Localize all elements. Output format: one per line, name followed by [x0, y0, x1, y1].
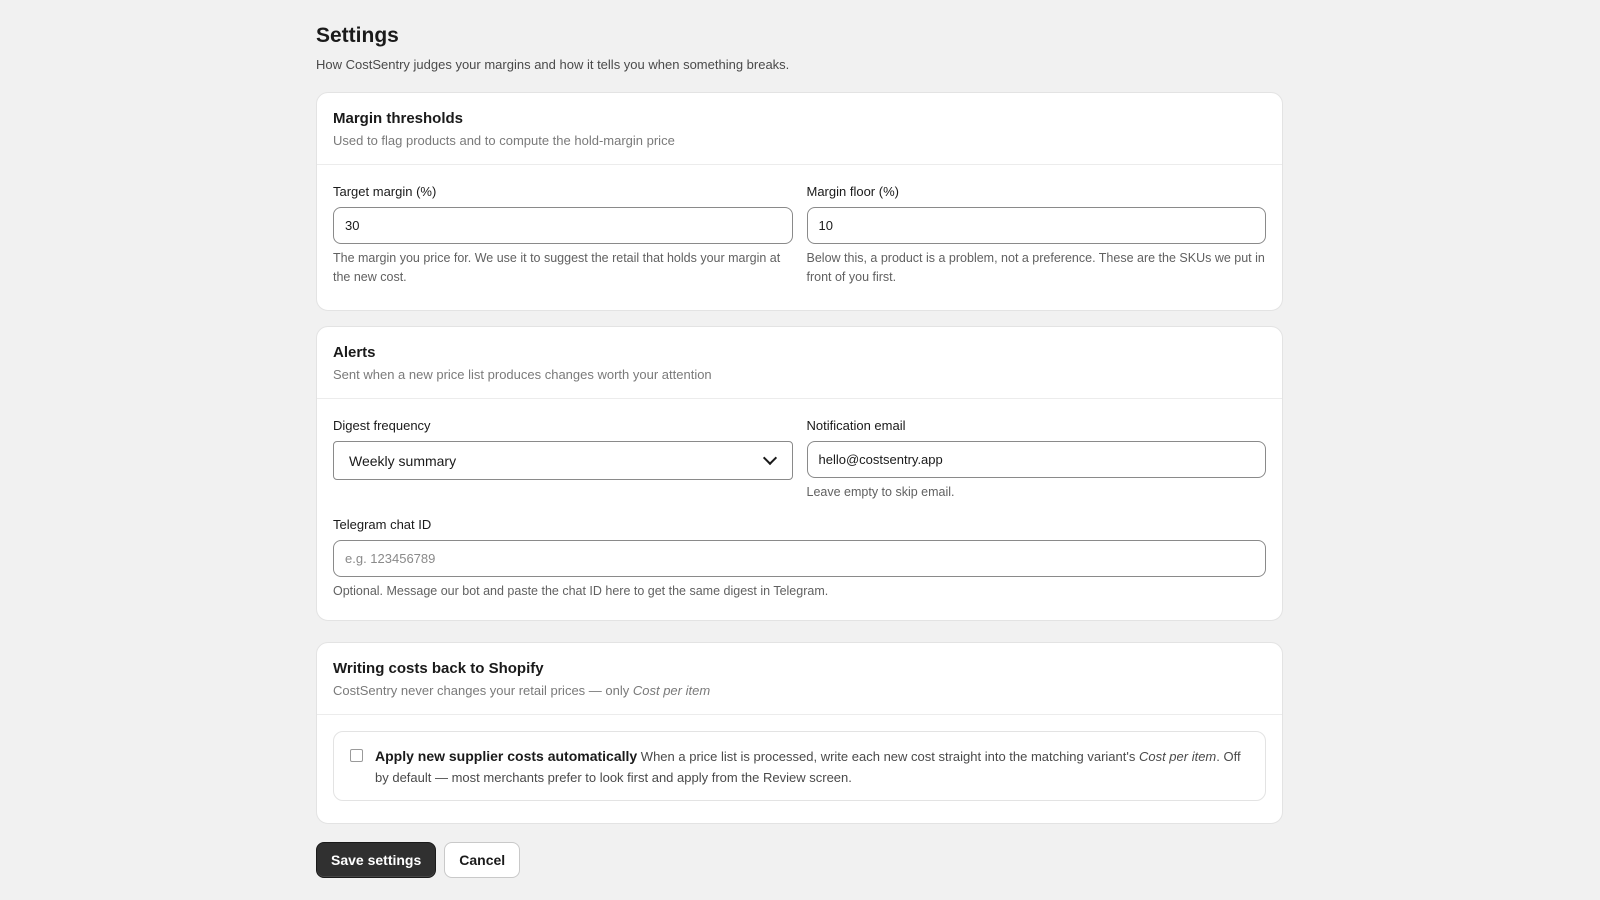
- shopify-writeback-description-text: CostSentry never changes your retail pri…: [333, 683, 633, 698]
- auto-apply-checkbox[interactable]: [350, 749, 363, 762]
- alerts-header: Alerts Sent when a new price list produc…: [317, 327, 1282, 399]
- notification-email-input[interactable]: [806, 441, 1266, 478]
- margin-thresholds-description: Used to flag products and to compute the…: [333, 133, 675, 148]
- notification-email-field: Notification email Leave empty to skip e…: [806, 417, 1266, 502]
- digest-frequency-field: Digest frequency Weekly summary: [333, 417, 793, 502]
- telegram-chat-id-input[interactable]: [333, 540, 1266, 577]
- margin-thresholds-title: Margin thresholds: [333, 110, 464, 127]
- cancel-button[interactable]: Cancel: [444, 842, 521, 878]
- auto-apply-option[interactable]: Apply new supplier costs automatically W…: [333, 731, 1266, 801]
- target-margin-field: Target margin (%) The margin you price f…: [333, 183, 793, 287]
- margin-floor-field: Margin floor (%) Below this, a product i…: [806, 183, 1266, 287]
- telegram-help: Optional. Message our bot and paste the …: [333, 584, 829, 598]
- digest-frequency-value: Weekly summary: [349, 452, 457, 469]
- alerts-body: Digest frequency Weekly summary Notifica…: [317, 399, 1282, 619]
- alerts-description: Sent when a new price list produces chan…: [333, 367, 712, 382]
- telegram-field: Telegram chat ID Optional. Message our b…: [333, 516, 1266, 601]
- shopify-writeback-title: Writing costs back to Shopify: [333, 660, 544, 677]
- auto-apply-help: When a price list is processed, write ea…: [637, 749, 1139, 764]
- target-margin-label: Target margin (%): [333, 184, 437, 199]
- auto-apply-label: Apply new supplier costs automatically: [375, 748, 638, 764]
- alerts-card: Alerts Sent when a new price list produc…: [316, 326, 1283, 621]
- margin-thresholds-card: Margin thresholds Used to flag products …: [316, 92, 1283, 311]
- settings-page: Settings How CostSentry judges your marg…: [316, 22, 1283, 878]
- margin-floor-help: Below this, a product is a problem, not …: [806, 251, 1265, 284]
- digest-frequency-label: Digest frequency: [333, 418, 431, 433]
- target-margin-input[interactable]: [333, 207, 793, 244]
- auto-apply-help-emphasis: Cost per item: [1138, 749, 1217, 764]
- auto-apply-text: Apply new supplier costs automatically W…: [375, 746, 1249, 788]
- page-title: Settings: [316, 24, 399, 47]
- page-subtitle: How CostSentry judges your margins and h…: [316, 57, 790, 72]
- shopify-writeback-card: Writing costs back to Shopify CostSentry…: [316, 642, 1283, 824]
- notification-email-label: Notification email: [806, 418, 906, 433]
- chevron-down-icon: [762, 450, 777, 466]
- notification-email-help: Leave empty to skip email.: [806, 485, 955, 499]
- shopify-writeback-body: Apply new supplier costs automatically W…: [317, 715, 1282, 817]
- margin-thresholds-header: Margin thresholds Used to flag products …: [317, 93, 1282, 165]
- form-actions: Save settings Cancel: [316, 842, 521, 878]
- shopify-writeback-header: Writing costs back to Shopify CostSentry…: [317, 643, 1282, 715]
- margin-floor-input[interactable]: [806, 207, 1266, 244]
- alerts-title: Alerts: [333, 344, 376, 361]
- margin-floor-label: Margin floor (%): [806, 184, 899, 199]
- shopify-writeback-description: CostSentry never changes your retail pri…: [333, 682, 1266, 700]
- digest-frequency-select[interactable]: Weekly summary: [333, 441, 793, 480]
- telegram-label: Telegram chat ID: [333, 517, 432, 532]
- margin-thresholds-body: Target margin (%) The margin you price f…: [317, 165, 1282, 305]
- shopify-writeback-description-emphasis: Cost per item: [632, 683, 711, 698]
- save-settings-button[interactable]: Save settings: [316, 842, 437, 878]
- target-margin-help: The margin you price for. We use it to s…: [333, 251, 781, 284]
